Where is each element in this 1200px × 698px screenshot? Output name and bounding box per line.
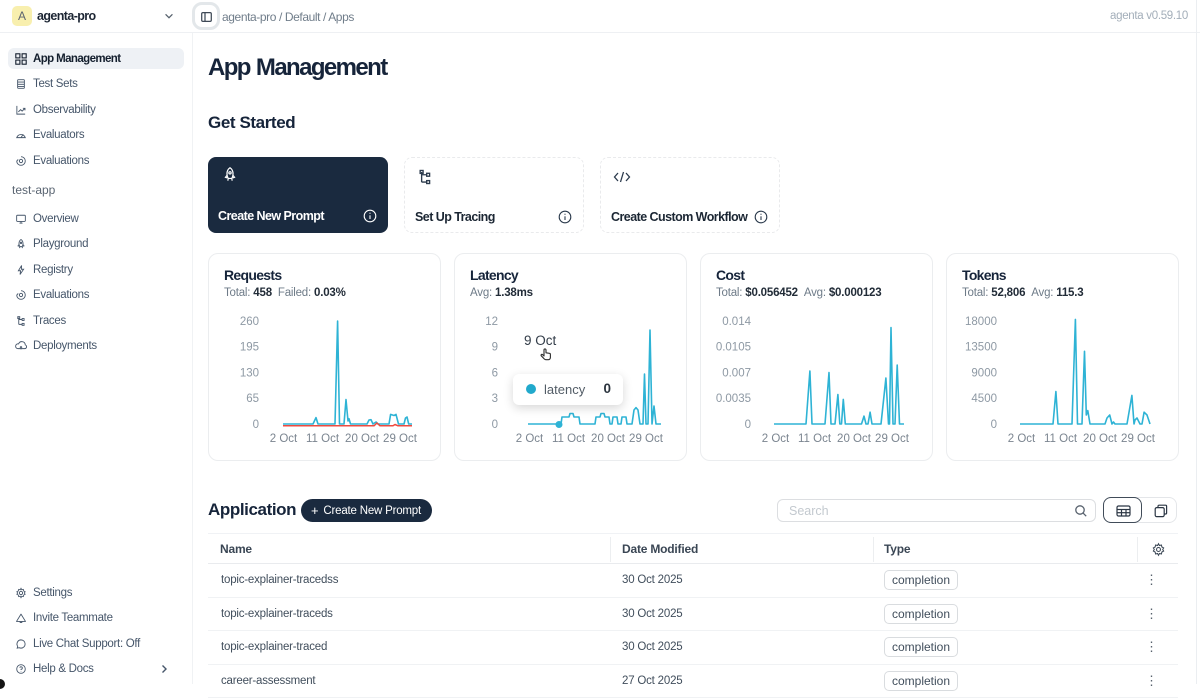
svg-text:18000: 18000: [965, 316, 997, 328]
svg-text:0: 0: [745, 419, 751, 431]
svg-text:3: 3: [492, 393, 498, 405]
svg-text:260: 260: [240, 316, 259, 328]
svg-text:13500: 13500: [965, 342, 997, 354]
svg-text:0.014: 0.014: [722, 316, 751, 328]
svg-text:0.0105: 0.0105: [716, 342, 751, 354]
svg-text:20 Oct: 20 Oct: [1083, 433, 1118, 445]
svg-text:29 Oct: 29 Oct: [1121, 433, 1156, 445]
svg-text:29 Oct: 29 Oct: [629, 433, 664, 445]
svg-text:11 Oct: 11 Oct: [552, 433, 586, 445]
svg-text:2 Oct: 2 Oct: [270, 433, 298, 445]
svg-text:11 Oct: 11 Oct: [306, 433, 340, 445]
svg-text:9: 9: [492, 342, 498, 354]
svg-text:11 Oct: 11 Oct: [1044, 433, 1078, 445]
svg-text:2 Oct: 2 Oct: [762, 433, 790, 445]
svg-text:2 Oct: 2 Oct: [1008, 433, 1036, 445]
svg-text:20 Oct: 20 Oct: [837, 433, 872, 445]
svg-text:29 Oct: 29 Oct: [383, 433, 418, 445]
svg-text:9000: 9000: [971, 367, 997, 379]
svg-text:6: 6: [492, 367, 498, 379]
svg-text:20 Oct: 20 Oct: [345, 433, 380, 445]
svg-text:29 Oct: 29 Oct: [875, 433, 910, 445]
svg-text:0: 0: [991, 419, 997, 431]
svg-text:12: 12: [485, 316, 498, 328]
svg-text:11 Oct: 11 Oct: [798, 433, 832, 445]
svg-text:0: 0: [492, 419, 498, 431]
svg-text:0.007: 0.007: [722, 367, 751, 379]
svg-text:130: 130: [240, 367, 259, 379]
svg-text:20 Oct: 20 Oct: [591, 433, 626, 445]
svg-text:0.0035: 0.0035: [716, 393, 751, 405]
svg-text:0: 0: [253, 419, 259, 431]
svg-text:65: 65: [246, 393, 259, 405]
svg-text:195: 195: [240, 342, 259, 354]
svg-text:4500: 4500: [971, 393, 997, 405]
svg-text:2 Oct: 2 Oct: [516, 433, 544, 445]
